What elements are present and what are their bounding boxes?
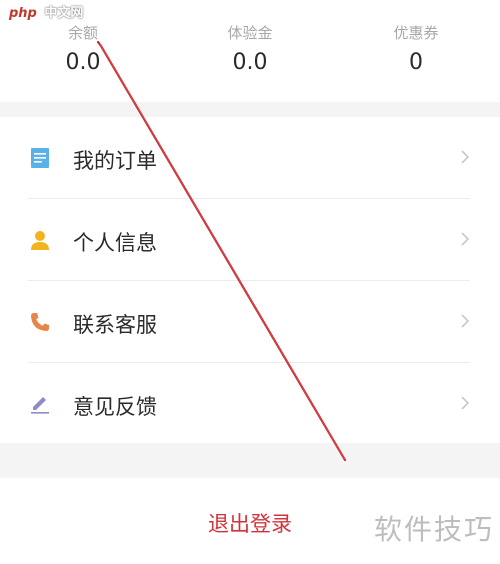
order-list-icon bbox=[31, 148, 49, 168]
chevron-right-icon bbox=[461, 396, 470, 410]
trial-fund-value: 0.0 bbox=[232, 50, 268, 75]
settings-menu: 我的订单 个人信息 联系客服 意见反馈 bbox=[0, 117, 500, 443]
chevron-right-icon bbox=[461, 150, 470, 164]
menu-item-contact-support[interactable]: 联系客服 bbox=[0, 281, 500, 363]
corner-watermark: 软件技巧 bbox=[373, 513, 494, 546]
pencil-icon bbox=[31, 397, 49, 414]
menu-item-personal-info[interactable]: 个人信息 bbox=[0, 199, 500, 281]
menu-item-label: 个人信息 bbox=[73, 231, 157, 255]
menu-item-label: 联系客服 bbox=[73, 313, 157, 337]
menu-item-label: 我的订单 bbox=[73, 149, 157, 173]
chevron-right-icon bbox=[461, 232, 470, 246]
watermark-php: php bbox=[6, 6, 40, 21]
user-icon bbox=[31, 231, 49, 250]
trial-fund-label: 体验金 bbox=[227, 24, 273, 42]
site-watermark: php 中文网 bbox=[6, 2, 83, 21]
menu-item-feedback[interactable]: 意见反馈 bbox=[0, 363, 500, 445]
coupon-label: 优惠券 bbox=[393, 24, 439, 42]
balance-label: 余额 bbox=[67, 24, 98, 42]
balance-value: 0.0 bbox=[65, 50, 101, 75]
coupon-value: 0 bbox=[409, 50, 423, 75]
phone-icon bbox=[31, 313, 49, 331]
watermark-cn: 中文网 bbox=[44, 6, 84, 21]
chevron-right-icon bbox=[461, 314, 470, 328]
menu-item-label: 意见反馈 bbox=[73, 395, 157, 419]
menu-item-my-orders[interactable]: 我的订单 bbox=[0, 117, 500, 199]
